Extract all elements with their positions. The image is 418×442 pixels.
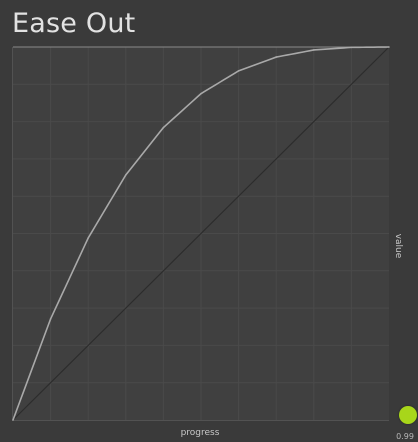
curve-sample-point <box>12 419 14 421</box>
curve-sample-point <box>125 174 127 176</box>
curve-sample-point <box>237 70 240 72</box>
chart-title: Ease Out <box>12 8 136 39</box>
easing-plot <box>12 46 390 421</box>
curve-sample-point <box>388 46 390 48</box>
y-axis-label: value <box>393 233 403 259</box>
curve-sample-point <box>87 237 89 239</box>
plot-area <box>12 46 390 421</box>
x-axis-label: progress <box>180 428 220 438</box>
curve-sample-point <box>49 318 52 320</box>
curve-sample-point <box>350 46 353 49</box>
curve-sample-point <box>162 126 165 129</box>
current-value-marker[interactable] <box>399 406 417 424</box>
curve-sample-point <box>275 56 278 58</box>
curve-sample-point <box>313 49 315 51</box>
current-value-label: 0.99 <box>396 432 414 441</box>
curve-sample-point <box>200 92 202 95</box>
